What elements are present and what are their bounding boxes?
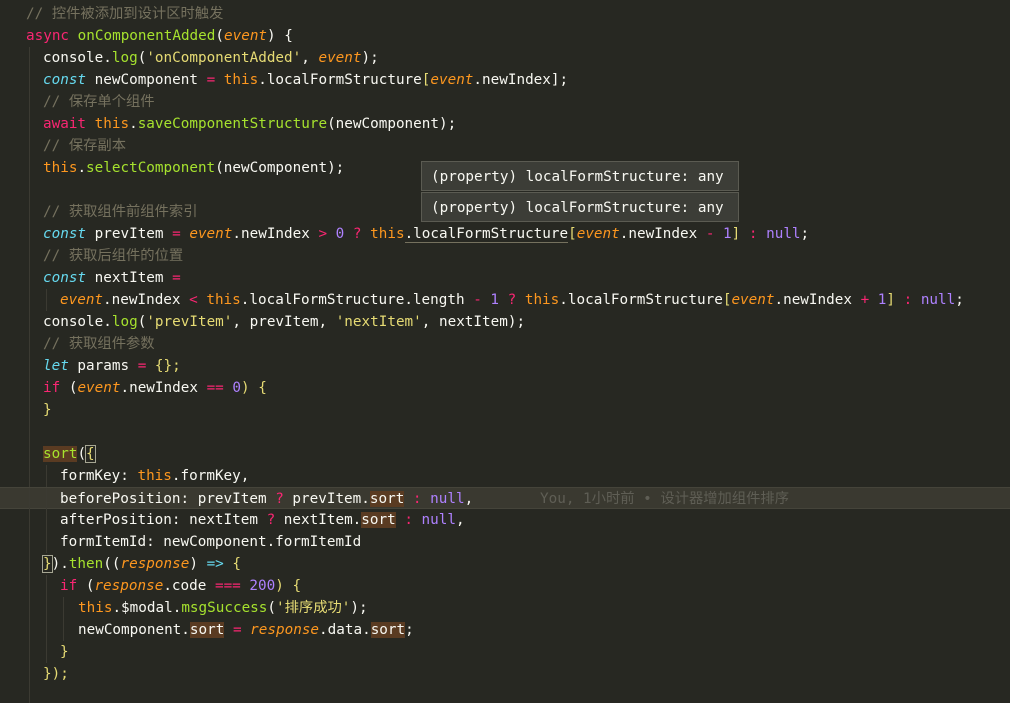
current-line: beforePosition: prevItem ? prevItem.sort… [0,487,1010,510]
keyword: async [26,28,70,44]
code-line: const newComponent = this.localFormStruc… [0,69,1010,91]
code-line: if (event.newIndex == 0) { [0,377,1010,399]
code-line: // 获取后组件的位置 [0,245,1010,267]
git-blame-annotation: You, 1小时前 • 设计器增加组件排序 [540,491,790,507]
function-name: onComponentAdded [77,28,216,44]
code-line: // 获取组件参数 [0,333,1010,355]
code-line: console.log('prevItem', prevItem, 'nextI… [0,311,1010,333]
code-line: sort({ [0,443,1010,465]
code-line: const nextItem = [0,267,1010,289]
code-line: // 控件被添加到设计区时触发 [0,3,1010,25]
code-line: await this.saveComponentStructure(newCom… [0,113,1010,135]
code-line: console.log('onComponentAdded', event); [0,47,1010,69]
code-line: // 保存副本 [0,135,1010,157]
code-line: let params = {}; [0,355,1010,377]
code-line: } [0,399,1010,421]
comment: // 控件被添加到设计区时触发 [26,6,224,22]
code-line: formKey: this.formKey, [0,465,1010,487]
code-editor[interactable]: // 控件被添加到设计区时触发 async onComponentAdded(e… [0,0,1010,703]
code-line: // 保存单个组件 [0,91,1010,113]
code-line: async onComponentAdded(event) { [26,28,293,44]
code-line: newComponent.sort = response.data.sort; [0,619,1010,641]
code-line: this.$modal.msgSuccess('排序成功'); [0,597,1010,619]
code-line [0,685,1010,703]
code-line [0,421,1010,443]
hover-tooltip: (property) localFormStructure: any [421,161,739,191]
code-line: }); [0,663,1010,685]
code-line: afterPosition: nextItem ? nextItem.sort … [0,509,1010,531]
code-line: }).then((response) => { [0,553,1010,575]
code-line: if (response.code === 200) { [0,575,1010,597]
hover-tooltip: (property) localFormStructure: any [421,192,739,222]
code-line: const prevItem = event.newIndex > 0 ? th… [0,223,1010,245]
code-line: } [0,641,1010,663]
code-line: event.newIndex < this.localFormStructure… [0,289,1010,311]
code-line: formItemId: newComponent.formItemId [0,531,1010,553]
